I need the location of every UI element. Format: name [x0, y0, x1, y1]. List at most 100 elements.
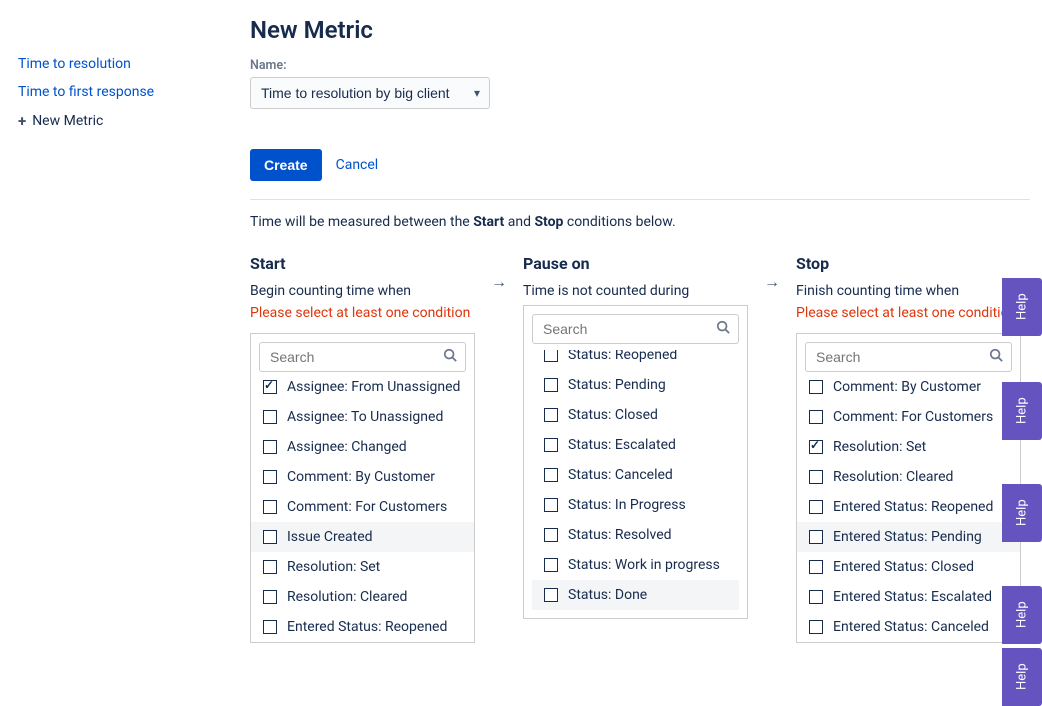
checkbox-icon[interactable]	[263, 440, 277, 454]
start-column: Start Begin counting time when Please se…	[250, 254, 475, 643]
checkbox-icon[interactable]	[263, 470, 277, 484]
create-button[interactable]: Create	[250, 149, 322, 181]
list-item-label: Resolution: Cleared	[287, 589, 407, 605]
pause-search-wrap	[532, 314, 739, 344]
checkbox-icon[interactable]	[544, 558, 558, 572]
help-tab[interactable]: Help	[1002, 484, 1042, 542]
list-item-label: Entered Status: Reopened	[287, 619, 447, 635]
page-title: New Metric	[250, 16, 1030, 44]
list-item-label: Status: Done	[568, 587, 647, 603]
list-item-label: Entered Status: Reopened	[833, 499, 993, 515]
list-item-label: Status: In Progress	[568, 497, 686, 513]
stop-items-scroll[interactable]: Comment: By CustomerComment: For Custome…	[797, 372, 1020, 642]
checkbox-icon[interactable]	[263, 590, 277, 604]
list-item[interactable]: Entered Status: Reopened	[797, 492, 1020, 522]
list-item[interactable]: Entered Status: Escalated	[797, 582, 1020, 612]
list-item[interactable]: Status: Done	[532, 580, 739, 610]
list-item[interactable]: Status: Closed	[532, 400, 739, 430]
checkbox-icon[interactable]	[263, 380, 277, 394]
cancel-link[interactable]: Cancel	[336, 157, 379, 173]
pause-subtitle: Time is not counted during	[523, 283, 748, 299]
pause-search-input[interactable]	[533, 315, 738, 343]
name-field-label: Name:	[250, 58, 1030, 73]
list-item[interactable]: Status: Canceled	[532, 460, 739, 490]
list-item[interactable]: Resolution: Cleared	[251, 582, 474, 612]
checkbox-icon[interactable]	[544, 528, 558, 542]
list-item[interactable]: Status: In Progress	[532, 490, 739, 520]
list-item[interactable]: Assignee: From Unassigned	[251, 372, 474, 402]
list-item-label: Status: Canceled	[568, 467, 673, 483]
checkbox-icon[interactable]	[544, 408, 558, 422]
list-item-label: Status: Reopened	[568, 350, 677, 363]
checkbox-icon[interactable]	[809, 410, 823, 424]
list-item[interactable]: Resolution: Set	[251, 552, 474, 582]
list-item[interactable]: Entered Status: Canceled	[797, 612, 1020, 642]
checkbox-icon[interactable]	[544, 438, 558, 452]
list-item[interactable]: Status: Escalated	[532, 430, 739, 460]
list-item[interactable]: Comment: By Customer	[797, 372, 1020, 402]
list-item[interactable]: Status: Resolved	[532, 520, 739, 550]
list-item-label: Resolution: Set	[833, 439, 926, 455]
checkbox-icon[interactable]	[809, 380, 823, 394]
list-item[interactable]: Resolution: Set	[797, 432, 1020, 462]
pause-items-scroll[interactable]: Status: Reopened Status: Pending Status: C…	[532, 350, 739, 610]
checkbox-icon[interactable]	[809, 470, 823, 484]
help-tab[interactable]: Help	[1002, 382, 1042, 440]
sidebar-new-metric[interactable]: + New Metric	[18, 106, 216, 136]
list-item-label: Assignee: Changed	[287, 439, 407, 455]
checkbox-icon[interactable]	[263, 530, 277, 544]
list-item[interactable]: Status: Work in progress	[532, 550, 739, 580]
arrow-icon: →	[475, 254, 523, 292]
sidebar-item-time-to-first-response[interactable]: Time to first response	[18, 78, 216, 106]
list-item-label: Status: Closed	[568, 407, 658, 423]
list-item[interactable]: Assignee: Changed	[251, 432, 474, 462]
checkbox-icon[interactable]	[263, 410, 277, 424]
start-items-scroll[interactable]: Assignee: From Unassigned Assignee: To Un…	[251, 372, 474, 642]
checkbox-icon[interactable]	[263, 500, 277, 514]
stop-column: Stop Finish counting time when Please se…	[796, 254, 1021, 643]
help-tab[interactable]: Help	[1002, 278, 1042, 336]
list-item[interactable]: Assignee: To Unassigned	[251, 402, 474, 432]
start-title: Start	[250, 254, 475, 273]
list-item[interactable]: Status: Pending	[532, 370, 739, 400]
checkbox-icon[interactable]	[809, 530, 823, 544]
list-item-label: Entered Status: Closed	[833, 559, 974, 575]
list-item-label: Assignee: From Unassigned	[287, 379, 460, 395]
checkbox-icon[interactable]	[544, 378, 558, 392]
checkbox-icon[interactable]	[544, 350, 558, 362]
help-tab[interactable]: Help	[1002, 586, 1042, 644]
checkbox-icon[interactable]	[809, 590, 823, 604]
list-item[interactable]: Comment: By Customer	[251, 462, 474, 492]
checkbox-icon[interactable]	[263, 620, 277, 634]
list-item[interactable]: Comment: For Customers	[251, 492, 474, 522]
divider	[250, 199, 1030, 200]
checkbox-icon[interactable]	[263, 560, 277, 574]
list-item-label: Assignee: To Unassigned	[287, 409, 443, 425]
start-search-input[interactable]	[260, 343, 465, 371]
stop-search-wrap	[805, 342, 1012, 372]
stop-search-input[interactable]	[806, 343, 1011, 371]
name-select[interactable]: Time to resolution by big client	[250, 77, 490, 109]
list-item-label: Entered Status: Pending	[833, 529, 982, 545]
sidebar-item-time-to-resolution[interactable]: Time to resolution	[18, 50, 216, 78]
list-item[interactable]: Comment: For Customers	[797, 402, 1020, 432]
list-item-label: Resolution: Cleared	[833, 469, 953, 485]
list-item[interactable]: Entered Status: Pending	[797, 522, 1020, 552]
help-tab[interactable]: Help	[1002, 648, 1042, 706]
checkbox-icon[interactable]	[809, 500, 823, 514]
checkbox-icon[interactable]	[544, 498, 558, 512]
sidebar-new-metric-label: New Metric	[32, 113, 103, 129]
list-item[interactable]: Entered Status: Reopened	[251, 612, 474, 642]
list-item[interactable]: Status: Reopened	[532, 350, 739, 370]
checkbox-icon[interactable]	[809, 440, 823, 454]
list-item-label: Status: Work in progress	[568, 557, 720, 573]
checkbox-icon[interactable]	[544, 588, 558, 602]
list-item[interactable]: Entered Status: Closed	[797, 552, 1020, 582]
sidebar: Time to resolution Time to first respons…	[0, 0, 232, 702]
checkbox-icon[interactable]	[809, 620, 823, 634]
checkbox-icon[interactable]	[544, 468, 558, 482]
list-item[interactable]: Resolution: Cleared	[797, 462, 1020, 492]
list-item[interactable]: Issue Created	[251, 522, 474, 552]
checkbox-icon[interactable]	[809, 560, 823, 574]
stop-listbox: Comment: By CustomerComment: For Custome…	[796, 333, 1021, 643]
